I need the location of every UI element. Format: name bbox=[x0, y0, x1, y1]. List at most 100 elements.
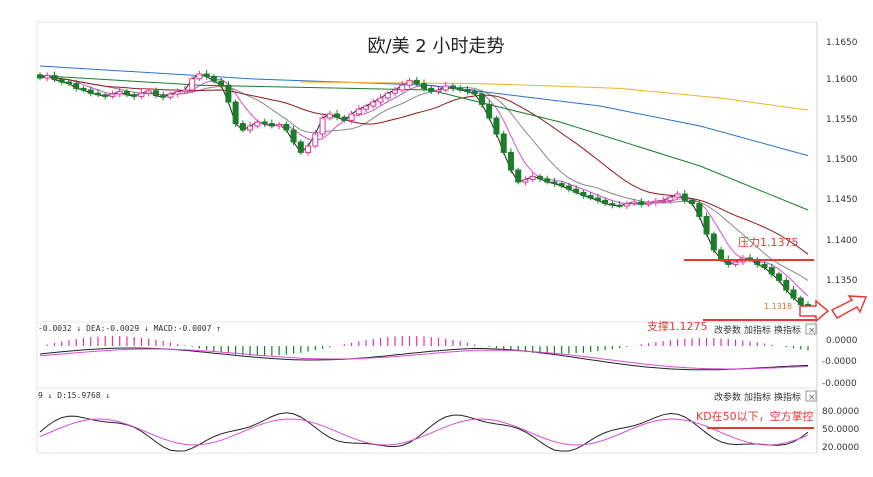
candle-body bbox=[536, 175, 543, 180]
candle-body bbox=[471, 91, 478, 95]
candle-body bbox=[776, 273, 783, 281]
price-tick-label: 1.1500 bbox=[826, 155, 858, 165]
candle-body bbox=[305, 145, 312, 153]
candle-body bbox=[116, 91, 123, 95]
candle-body bbox=[247, 125, 254, 131]
candle-body bbox=[718, 249, 725, 261]
candle-body bbox=[312, 133, 319, 147]
price-panel bbox=[36, 21, 818, 323]
candle-body bbox=[790, 289, 797, 299]
candle-body bbox=[225, 84, 232, 103]
candle-body bbox=[783, 279, 790, 291]
candle-body bbox=[674, 193, 681, 198]
candle-body bbox=[486, 103, 493, 119]
candle-body bbox=[65, 81, 72, 85]
candle-body bbox=[732, 261, 739, 265]
candle-body bbox=[696, 203, 703, 217]
candle-body bbox=[181, 89, 188, 93]
candle-body bbox=[631, 201, 638, 205]
candle-body bbox=[37, 74, 43, 79]
candle-body bbox=[515, 169, 522, 183]
candle-body bbox=[276, 123, 283, 127]
candle-body bbox=[196, 73, 203, 80]
candle-body bbox=[768, 267, 775, 275]
kd-legend: 9 ↓ D:15.9768 ↓ bbox=[38, 391, 110, 400]
candle-body bbox=[123, 91, 130, 96]
candle-body bbox=[334, 113, 341, 118]
resistance-label: 压力1.1375 bbox=[738, 236, 799, 249]
candle-body bbox=[152, 90, 159, 97]
candle-body bbox=[681, 193, 688, 201]
macd-toolbar: 改参数 加指标 换指标 × bbox=[714, 323, 817, 336]
macd-tick-label: -0.0000 bbox=[822, 357, 857, 367]
candle-body bbox=[392, 89, 399, 94]
macd-edit-params-button[interactable]: 改参数 bbox=[714, 324, 741, 336]
candle-body bbox=[254, 121, 261, 127]
kd-tick-label: 80.0000 bbox=[822, 407, 859, 417]
candle-body bbox=[355, 108, 362, 115]
candle-body bbox=[449, 85, 456, 89]
price-tick-label: 1.1450 bbox=[826, 195, 858, 205]
candle-body bbox=[290, 129, 297, 143]
candle-body bbox=[493, 117, 500, 135]
macd-y-ticks: 0.0000 -0.0000 -0.0000 bbox=[822, 336, 858, 389]
price-tick-label: 1.1650 bbox=[826, 38, 858, 48]
candle-body bbox=[638, 201, 645, 205]
candle-body bbox=[174, 91, 181, 95]
kd-switch-indicator-button[interactable]: 换指标 bbox=[774, 391, 801, 403]
candle-body bbox=[189, 78, 196, 91]
candle-body bbox=[667, 196, 674, 201]
macd-add-indicator-button[interactable]: 加指标 bbox=[744, 324, 771, 336]
candle-body bbox=[131, 94, 138, 97]
kd-edit-params-button[interactable]: 改参数 bbox=[714, 391, 741, 403]
kd-add-indicator-button[interactable]: 加指标 bbox=[744, 391, 771, 403]
candle-body bbox=[370, 101, 377, 107]
candle-body bbox=[689, 199, 696, 205]
candle-body bbox=[203, 73, 210, 77]
candle-body bbox=[413, 79, 420, 85]
candle-body bbox=[268, 123, 275, 127]
candle-body bbox=[428, 87, 435, 93]
candle-body bbox=[348, 113, 355, 121]
candle-body bbox=[457, 87, 464, 91]
candle-body bbox=[109, 93, 116, 97]
candle-body bbox=[616, 204, 623, 207]
candle-body bbox=[326, 113, 333, 119]
macd-tick-label: -0.0000 bbox=[822, 379, 857, 389]
candle-body bbox=[145, 90, 152, 94]
candle-body bbox=[44, 75, 51, 79]
candle-body bbox=[507, 151, 514, 171]
kd-tick-label: 20.0000 bbox=[822, 443, 859, 453]
candle-body bbox=[660, 199, 667, 203]
macd-switch-indicator-button[interactable]: 换指标 bbox=[774, 324, 801, 336]
candle-body bbox=[160, 95, 167, 98]
price-tick-label: 1.1350 bbox=[826, 276, 858, 286]
support-label: 支撑1.1275 bbox=[647, 319, 708, 333]
candle-body bbox=[529, 175, 536, 181]
price-tick-label: 1.1400 bbox=[826, 236, 858, 246]
candle-body bbox=[58, 79, 65, 83]
candle-body bbox=[573, 188, 580, 193]
candle-body bbox=[406, 79, 413, 86]
candle-body bbox=[435, 89, 442, 93]
candle-body bbox=[421, 83, 427, 89]
candle-body bbox=[500, 133, 507, 153]
candle-body bbox=[544, 178, 551, 183]
candle-body bbox=[587, 195, 594, 199]
chart-title: 欧/美 2 小时走势 bbox=[368, 36, 505, 57]
candle-body bbox=[464, 89, 471, 93]
close-icon: × bbox=[808, 393, 816, 403]
last-price-label: 1.1318 bbox=[764, 302, 792, 311]
candle-body bbox=[210, 75, 217, 82]
candle-body bbox=[363, 105, 370, 110]
candle-body bbox=[167, 93, 174, 98]
candle-body bbox=[87, 89, 94, 94]
candle-body bbox=[602, 199, 609, 205]
candle-body bbox=[442, 85, 449, 91]
price-tick-label: 1.1550 bbox=[826, 115, 858, 125]
price-y-ticks: 1.1650 1.1600 1.1550 1.1500 1.1450 1.140… bbox=[826, 38, 858, 286]
candle-body bbox=[73, 83, 80, 89]
candle-body bbox=[51, 75, 58, 81]
candle-body bbox=[384, 92, 391, 99]
candle-body bbox=[652, 200, 659, 204]
